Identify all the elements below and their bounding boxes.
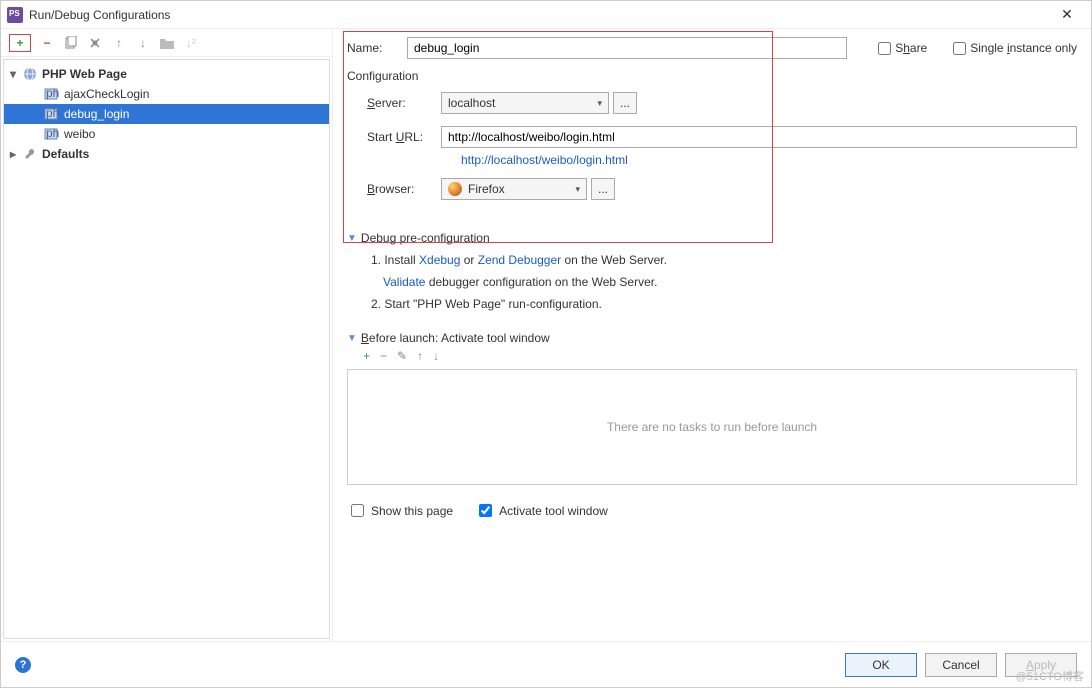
php-page-icon <box>22 67 38 81</box>
tree-group-label: PHP Web Page <box>42 67 127 81</box>
move-down-icon[interactable]: ↓ <box>135 35 151 51</box>
chevron-down-icon: ▾ <box>575 184 580 195</box>
sort-icon[interactable]: ↓² <box>183 35 199 51</box>
tree-group-defaults[interactable]: ▸ Defaults <box>4 144 329 164</box>
xdebug-link[interactable]: Xdebug <box>419 253 460 267</box>
debug-steps: 1. Install Xdebug or Zend Debugger on th… <box>371 249 1077 315</box>
before-launch-toolbar: + − ✎ ↑ ↓ <box>363 349 1077 363</box>
firefox-icon <box>448 182 462 196</box>
wrench-icon <box>22 147 38 161</box>
remove-icon[interactable]: − <box>39 35 55 51</box>
move-up-icon[interactable]: ↑ <box>417 349 423 363</box>
activate-tool-window-checkbox[interactable]: Activate tool window <box>475 501 608 520</box>
right-pane: Name: Share Single instance only Configu… <box>333 29 1091 641</box>
php-run-icon: php <box>44 127 60 141</box>
tree-group-label: Defaults <box>42 147 89 161</box>
dialog-footer: ? OK Cancel Apply <box>1 641 1091 687</box>
tree-item-label: weibo <box>64 127 95 141</box>
step2-text: 2. Start "PHP Web Page" run-configuratio… <box>371 293 1077 315</box>
remove-task-icon[interactable]: − <box>380 349 387 363</box>
before-launch-expander[interactable]: ▼ Before launch: Activate tool window <box>347 331 1077 345</box>
php-run-icon: php <box>44 87 60 101</box>
debug-preconfig-expander[interactable]: ▼ Debug pre-configuration <box>347 231 1077 245</box>
window-title: Run/Debug Configurations <box>29 8 1049 22</box>
tree-item-ajaxchecklogin[interactable]: php ajaxCheckLogin <box>4 84 329 104</box>
configuration-heading: Configuration <box>347 69 1077 83</box>
config-tree[interactable]: ▾ PHP Web Page php ajaxCheckLogin php de… <box>3 59 330 639</box>
tree-item-label: ajaxCheckLogin <box>64 87 149 101</box>
ok-button[interactable]: OK <box>845 653 917 677</box>
name-label: Name: <box>347 41 397 55</box>
copy-icon[interactable] <box>63 35 79 51</box>
chevron-down-icon: ▾ <box>597 98 602 109</box>
start-url-input[interactable] <box>441 126 1077 148</box>
apply-button: Apply <box>1005 653 1077 677</box>
name-input[interactable] <box>407 37 847 59</box>
titlebar: Run/Debug Configurations ✕ <box>1 1 1091 29</box>
svg-text:php: php <box>46 107 60 120</box>
svg-text:php: php <box>46 87 60 100</box>
debug-preconfig-title: Debug pre-configuration <box>361 231 490 245</box>
resolved-url-link[interactable]: http://localhost/weibo/login.html <box>461 153 1077 167</box>
show-this-page-checkbox[interactable]: Show this page <box>347 501 453 520</box>
svg-text:php: php <box>46 127 60 140</box>
zend-link[interactable]: Zend Debugger <box>478 253 561 267</box>
browser-select[interactable]: Firefox▾ <box>441 178 587 200</box>
move-down-icon[interactable]: ↓ <box>433 349 439 363</box>
triangle-down-icon: ▼ <box>347 233 357 244</box>
before-launch-title: Before launch: Activate tool window <box>361 331 550 345</box>
chevron-down-icon[interactable]: ▾ <box>10 67 22 81</box>
validate-link[interactable]: Validate <box>383 275 425 289</box>
tree-item-label: debug_login <box>64 107 129 121</box>
config-toolbar: + − ↑ ↓ ↓² <box>1 29 332 57</box>
folder-icon[interactable] <box>159 35 175 51</box>
browser-label: Browser: <box>367 182 441 196</box>
single-instance-checkbox[interactable]: Single instance only <box>953 41 1077 55</box>
tree-item-debug-login[interactable]: php debug_login <box>4 104 329 124</box>
edit-task-icon[interactable]: ✎ <box>397 349 407 363</box>
server-select[interactable]: localhost▾ <box>441 92 609 114</box>
cancel-button[interactable]: Cancel <box>925 653 997 677</box>
share-checkbox[interactable]: Share <box>878 41 927 55</box>
chevron-right-icon[interactable]: ▸ <box>10 147 22 161</box>
start-url-label: Start URL: <box>367 130 441 144</box>
triangle-down-icon: ▼ <box>347 333 357 344</box>
server-label: Server: <box>367 96 441 110</box>
left-pane: + − ↑ ↓ ↓² ▾ PHP Web Page p <box>1 29 333 641</box>
help-icon[interactable]: ? <box>15 657 31 673</box>
app-icon <box>7 7 23 23</box>
tree-group-php-web-page[interactable]: ▾ PHP Web Page <box>4 64 329 84</box>
server-browse-button[interactable]: ... <box>613 92 637 114</box>
add-task-icon[interactable]: + <box>363 349 370 363</box>
close-icon[interactable]: ✕ <box>1049 6 1085 23</box>
tree-item-weibo[interactable]: php weibo <box>4 124 329 144</box>
move-up-icon[interactable]: ↑ <box>111 35 127 51</box>
empty-tasks-text: There are no tasks to run before launch <box>607 420 817 434</box>
browser-browse-button[interactable]: ... <box>591 178 615 200</box>
settings-icon[interactable] <box>87 35 103 51</box>
php-run-icon: php <box>44 107 60 121</box>
add-icon[interactable]: + <box>12 35 28 51</box>
before-launch-tasks: There are no tasks to run before launch <box>347 369 1077 485</box>
